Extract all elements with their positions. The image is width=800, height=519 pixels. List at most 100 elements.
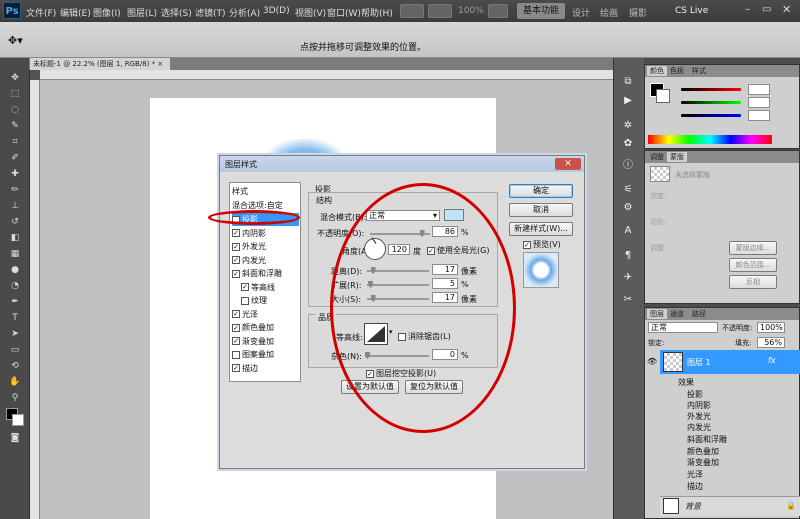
background-color[interactable] (656, 89, 670, 103)
effect-color-overlay[interactable]: 颜色叠加 (687, 446, 800, 456)
style-checkbox[interactable] (241, 296, 249, 305)
preview-checkbox[interactable]: ✓ 预览(V) (523, 239, 561, 250)
invert-button[interactable]: 反相 (729, 275, 777, 289)
style-item[interactable]: ✓ 外发光 (232, 240, 299, 253)
type-tool-icon[interactable]: T (7, 312, 23, 324)
move-tool-icon[interactable]: ✥▾ (8, 34, 23, 47)
style-item[interactable]: ✓ 等高线 (241, 281, 308, 294)
menu-edit[interactable]: 编辑(E) (60, 6, 91, 19)
tab-paths[interactable]: 路径 (689, 309, 709, 319)
brush-panel-icon[interactable]: ✲ (620, 120, 636, 134)
blur-tool-icon[interactable]: ● (7, 264, 23, 276)
mask-edge-button[interactable]: 蒙版边缘... (729, 241, 777, 255)
marquee-tool-icon[interactable]: ⬚ (7, 88, 23, 100)
green-slider[interactable] (681, 101, 741, 104)
menu-layer[interactable]: 图层(L) (127, 6, 157, 19)
style-item[interactable]: ✓ 颜色叠加 (232, 321, 299, 334)
effect-inner-glow[interactable]: 内发光 (687, 422, 800, 432)
style-checkbox[interactable]: ✓ (232, 310, 240, 318)
menu-select[interactable]: 选择(S) (161, 6, 192, 19)
style-checkbox[interactable] (232, 350, 240, 359)
tab-close-icon[interactable]: × (157, 60, 163, 68)
tab-color[interactable]: 颜色 (647, 66, 667, 76)
menu-file[interactable]: 文件(F) (26, 6, 56, 19)
effect-gradient-overlay[interactable]: 渐变叠加 (687, 457, 800, 467)
effect-inner-shadow[interactable]: 内阴影 (687, 400, 800, 410)
tool-presets-icon[interactable]: ⚙ (620, 202, 636, 216)
paragraph-panel-icon[interactable]: ¶ (620, 250, 636, 264)
style-checkbox[interactable]: ✓ (232, 229, 240, 237)
effect-outer-glow[interactable]: 外发光 (687, 411, 800, 421)
style-item[interactable]: ✓ 光泽 (232, 308, 299, 321)
measurement-panel-icon[interactable]: ✂ (620, 294, 636, 308)
tab-adjustments[interactable]: 调整 (647, 152, 667, 162)
restore-icon[interactable]: ▭ (762, 4, 771, 15)
tab-styles[interactable]: 样式 (689, 66, 709, 76)
style-checkbox[interactable]: ✓ (232, 256, 240, 264)
bridge-button[interactable] (400, 4, 424, 18)
workspace-photography[interactable]: 摄影 (629, 6, 647, 19)
actions-panel-icon[interactable]: ▶ (620, 95, 636, 109)
style-checkbox[interactable]: ✓ (232, 337, 240, 345)
shape-tool-icon[interactable]: ▭ (7, 344, 23, 356)
workspace-basic[interactable]: 基本功能 (517, 3, 565, 19)
styles-header[interactable]: 样式 (232, 185, 299, 198)
style-item[interactable]: ✓ 渐变叠加 (232, 335, 299, 348)
quick-select-tool-icon[interactable]: ✎ (7, 120, 23, 132)
menu-analysis[interactable]: 分析(A) (229, 6, 260, 19)
eraser-tool-icon[interactable]: ◧ (7, 232, 23, 244)
eyedropper-tool-icon[interactable]: ✐ (7, 152, 23, 164)
style-item[interactable]: ✓ 内阴影 (232, 227, 299, 240)
ok-button[interactable]: 确定 (509, 184, 573, 198)
style-item[interactable]: ✓ 描边 (232, 362, 299, 375)
healing-tool-icon[interactable]: ✚ (7, 168, 23, 180)
background-color-swatch[interactable] (12, 414, 24, 426)
color-ramp[interactable] (648, 135, 772, 144)
blue-slider[interactable] (681, 114, 741, 117)
color-range-button[interactable]: 颜色范围... (729, 258, 777, 272)
menu-view[interactable]: 视图(V) (295, 6, 326, 19)
close-icon[interactable]: ✕ (782, 3, 791, 16)
style-checkbox[interactable]: ✓ (232, 364, 240, 372)
tab-layers[interactable]: 图层 (647, 309, 667, 319)
brush-tool-icon[interactable]: ✏ (7, 184, 23, 196)
dialog-close-icon[interactable]: ✕ (555, 158, 581, 170)
workspace-design[interactable]: 设计 (572, 6, 590, 19)
3d-rotate-tool-icon[interactable]: ⟲ (7, 360, 23, 372)
style-item[interactable]: 纹理 (241, 294, 308, 307)
move-tool-icon[interactable]: ✥ (7, 72, 23, 84)
workspace-painting[interactable]: 绘画 (600, 6, 618, 19)
zoom-level[interactable]: 100% (458, 6, 484, 16)
red-slider[interactable] (681, 88, 741, 91)
background-layer-row[interactable] (660, 496, 800, 516)
menu-3d[interactable]: 3D(D) (263, 6, 290, 16)
pen-tool-icon[interactable]: ✒ (7, 296, 23, 308)
style-item[interactable]: ✓ 内发光 (232, 254, 299, 267)
style-item[interactable]: ✓ 斜面和浮雕 (232, 267, 299, 280)
tab-swatches[interactable]: 色板 (667, 66, 687, 76)
zoom-tool-icon[interactable]: ⚲ (7, 392, 23, 404)
layer-opacity-value[interactable]: 100% (757, 322, 785, 333)
menu-help[interactable]: 帮助(H) (361, 6, 393, 19)
style-item[interactable]: 图案叠加 (232, 348, 299, 361)
tab-channels[interactable]: 通道 (667, 309, 687, 319)
style-checkbox[interactable]: ✓ (241, 283, 249, 291)
menu-image[interactable]: 图像(I) (93, 6, 121, 19)
path-select-tool-icon[interactable]: ➤ (7, 328, 23, 340)
hand-tool-icon[interactable]: ✋ (7, 376, 23, 388)
document-tab[interactable]: 未标题-1 @ 22.2% (图层 1, RGB/8) * × (30, 58, 170, 70)
history-panel-icon[interactable]: ⧉ (620, 76, 636, 90)
lasso-tool-icon[interactable]: ◌ (7, 104, 23, 116)
info-panel-icon[interactable]: ⓘ (620, 156, 636, 171)
mini-bridge-button[interactable] (428, 4, 452, 18)
fx-icon[interactable]: fx (768, 356, 776, 365)
effect-stroke[interactable]: 描边 (687, 481, 800, 491)
style-checkbox[interactable]: ✓ (232, 269, 240, 278)
minimize-icon[interactable]: – (745, 4, 750, 15)
effect-drop-shadow[interactable]: 投影 (687, 389, 800, 399)
arrange-documents-button[interactable] (488, 4, 508, 18)
paths-panel-icon[interactable]: ⚟ (620, 184, 636, 198)
clone-source-icon[interactable]: ✿ (620, 138, 636, 152)
cs-live-button[interactable]: CS Live (675, 6, 708, 16)
quick-mask-icon[interactable]: ◙ (7, 432, 23, 444)
